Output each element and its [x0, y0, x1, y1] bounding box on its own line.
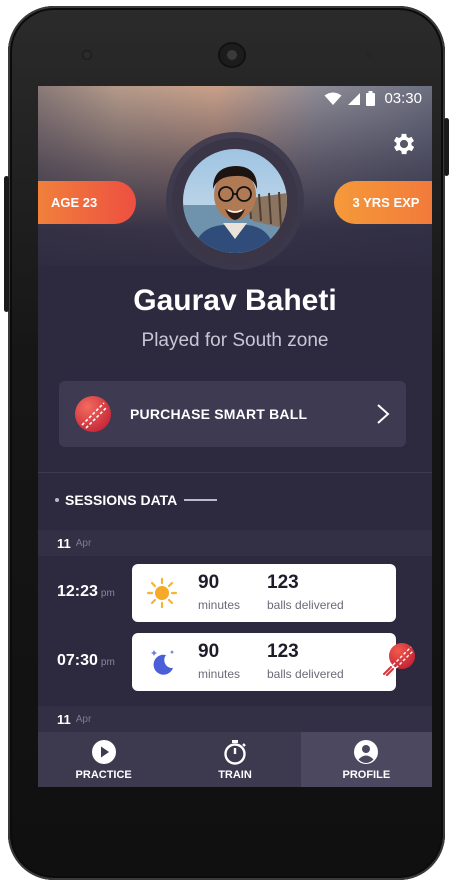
experience-badge: 3 YRS EXP — [334, 181, 432, 224]
nav-train[interactable]: TRAIN — [169, 732, 300, 787]
avatar[interactable] — [183, 149, 287, 253]
minutes-label: minutes — [198, 667, 241, 681]
title-underline — [184, 499, 218, 501]
power-button — [444, 118, 449, 176]
battery-icon — [366, 91, 376, 106]
app-screen: 03:30 AGE 23 3 YRS EXP Gaurav Baheti Pla… — [38, 86, 432, 787]
avatar-photo — [183, 149, 287, 253]
volume-button — [4, 176, 9, 312]
moon-stars-icon — [151, 650, 175, 675]
sessions-header: SESSIONS DATA — [55, 492, 218, 508]
minutes-label: minutes — [198, 598, 241, 612]
session-card[interactable]: 90 minutes 123 balls delivered — [132, 633, 396, 691]
wifi-icon — [324, 92, 342, 105]
balls-value: 123 — [267, 572, 299, 593]
nav-profile[interactable]: PROFILE — [300, 732, 432, 787]
date-day: 11 — [57, 535, 71, 551]
nav-train-label: TRAIN — [218, 768, 252, 781]
cricket-ball-icon[interactable] — [382, 642, 416, 676]
minutes-value: 90 — [198, 641, 220, 662]
status-time: 03:30 — [384, 90, 422, 107]
minutes-value: 90 — [198, 572, 220, 593]
settings-gear-icon[interactable] — [390, 130, 418, 158]
chevron-right-icon — [377, 404, 390, 424]
bullet-dot — [55, 498, 59, 502]
user-icon — [354, 739, 379, 764]
profile-subtitle: Played for South zone — [141, 330, 329, 351]
session-time-meridiem: pm — [100, 588, 115, 599]
date-day: 11 — [57, 711, 71, 727]
earpiece-speaker — [220, 44, 244, 66]
date-header: 11 Apr — [38, 706, 432, 732]
phone-frame: 03:30 AGE 23 3 YRS EXP Gaurav Baheti Pla… — [4, 6, 449, 880]
session-card[interactable]: 90 minutes 123 balls delivered — [132, 564, 396, 622]
nav-practice-label: PRACTICE — [75, 768, 132, 781]
stopwatch-icon — [224, 739, 246, 765]
nav-profile-label: PROFILE — [342, 768, 391, 781]
balls-label: balls delivered — [267, 598, 344, 612]
proximity-sensor — [366, 51, 373, 58]
session-time-value: 12:23 — [57, 583, 98, 600]
signal-icon — [348, 92, 361, 105]
date-header: 11 Apr — [38, 530, 432, 556]
purchase-label: PURCHASE SMART BALL — [130, 406, 308, 422]
cricket-ball-icon — [75, 396, 111, 432]
session-time-meridiem: pm — [100, 657, 115, 668]
session-time: 07:30 pm — [57, 652, 115, 670]
date-month: Apr — [75, 537, 92, 549]
status-bar: 03:30 — [38, 86, 432, 112]
avatar-ring — [172, 138, 298, 264]
date-month: Apr — [75, 713, 92, 725]
age-badge-label: AGE 23 — [51, 195, 98, 210]
sessions-title: SESSIONS DATA — [65, 492, 178, 508]
session-time: 12:23 pm — [57, 583, 115, 601]
nav-practice[interactable]: PRACTICE — [38, 732, 169, 787]
purchase-smart-ball-button[interactable]: PURCHASE SMART BALL — [59, 381, 406, 447]
section-divider — [38, 472, 432, 473]
age-badge: AGE 23 — [38, 181, 136, 224]
bottom-navigation: PRACTICE TRAIN PROFILE — [38, 732, 432, 787]
session-time-value: 07:30 — [57, 652, 98, 669]
experience-badge-label: 3 YRS EXP — [352, 195, 420, 210]
front-camera — [82, 50, 92, 60]
sun-icon — [146, 577, 178, 609]
play-icon — [91, 739, 116, 764]
balls-value: 123 — [267, 641, 299, 662]
profile-name: Gaurav Baheti — [133, 284, 337, 317]
balls-label: balls delivered — [267, 667, 344, 681]
